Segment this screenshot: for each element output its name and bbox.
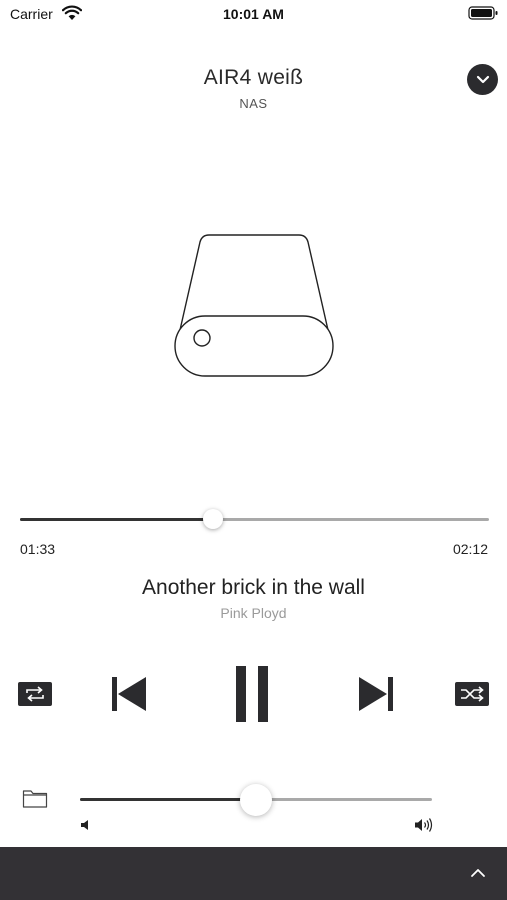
speaker-high-icon (415, 818, 433, 832)
speaker-low-icon (81, 820, 88, 830)
track-title: Another brick in the wall (142, 576, 365, 599)
battery-icon (468, 6, 498, 20)
device-source: NAS (239, 96, 268, 111)
progress-thumb[interactable] (202, 509, 223, 529)
mini-player-bar (0, 847, 507, 900)
device-name: AIR4 weiß (203, 66, 304, 89)
collapse-button[interactable] (467, 64, 498, 95)
skip-next-icon (359, 677, 393, 711)
shuffle-button[interactable] (455, 682, 489, 706)
next-track-button[interactable] (355, 674, 397, 714)
previous-track-button[interactable] (108, 674, 150, 714)
status-bar: Carrier 10:01 AM (0, 0, 507, 28)
volume-fill (80, 798, 256, 801)
chevron-up-icon (471, 869, 485, 877)
nas-drive-icon (174, 234, 334, 377)
volume-slider[interactable] (80, 784, 432, 816)
pause-button[interactable] (233, 664, 271, 724)
folder-icon[interactable] (22, 787, 48, 809)
expand-button[interactable] (467, 862, 489, 884)
status-time: 10:01 AM (223, 6, 284, 22)
total-time: 02:12 (452, 541, 488, 557)
elapsed-time: 01:33 (20, 541, 56, 557)
volume-thumb[interactable] (240, 784, 272, 816)
progress-fill (20, 518, 213, 521)
repeat-button[interactable] (18, 682, 52, 706)
chevron-down-icon (476, 75, 489, 84)
skip-previous-icon (112, 677, 146, 711)
repeat-icon (18, 682, 52, 706)
track-artist: Pink Ployd (220, 605, 287, 621)
shuffle-icon (455, 682, 489, 706)
pause-icon (236, 666, 268, 722)
playback-progress-slider[interactable] (20, 508, 489, 530)
